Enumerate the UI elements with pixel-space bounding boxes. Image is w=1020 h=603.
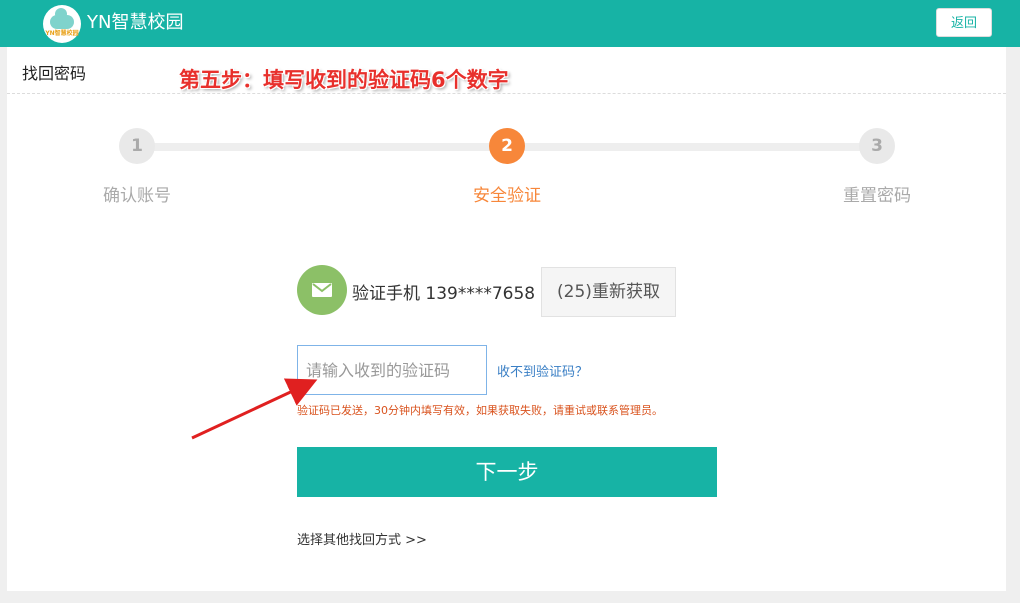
code-hint-text: 验证码已发送，30分钟内填写有效，如果获取失败，请重试或联系管理员。 xyxy=(297,404,663,417)
top-header: YN智慧校园 YN智慧校园 返回 xyxy=(0,0,1020,47)
step-2-label: 安全验证 xyxy=(473,186,541,206)
page-title: 找回密码 xyxy=(22,64,87,83)
logo-text: YN智慧校园 xyxy=(45,30,79,37)
divider xyxy=(7,93,1006,94)
main-panel: 找回密码 第五步：填写收到的验证码6个数字 1 确认账号 2 安全验证 3 重置… xyxy=(7,47,1006,591)
other-method-link[interactable]: 选择其他找回方式 >> xyxy=(297,529,427,548)
next-step-button[interactable]: 下一步 xyxy=(297,447,717,497)
verify-phone-text: 验证手机 139****7658 xyxy=(352,284,536,304)
annotation-text: 第五步：填写收到的验证码6个数字 xyxy=(179,68,509,92)
step-3-circle: 3 xyxy=(859,128,895,164)
step-2-circle: 2 xyxy=(489,128,525,164)
step-1-label: 确认账号 xyxy=(103,186,171,206)
back-button[interactable]: 返回 xyxy=(936,8,992,37)
step-1-circle: 1 xyxy=(119,128,155,164)
step-3-label: 重置密码 xyxy=(843,186,911,206)
resend-code-button[interactable]: (25)重新获取 xyxy=(541,267,676,317)
app-title: YN智慧校园 xyxy=(87,12,184,33)
no-code-link[interactable]: 收不到验证码？ xyxy=(497,361,588,380)
verification-code-input[interactable] xyxy=(297,345,487,395)
logo-icon: YN智慧校园 xyxy=(43,5,81,43)
envelope-icon xyxy=(297,265,347,315)
